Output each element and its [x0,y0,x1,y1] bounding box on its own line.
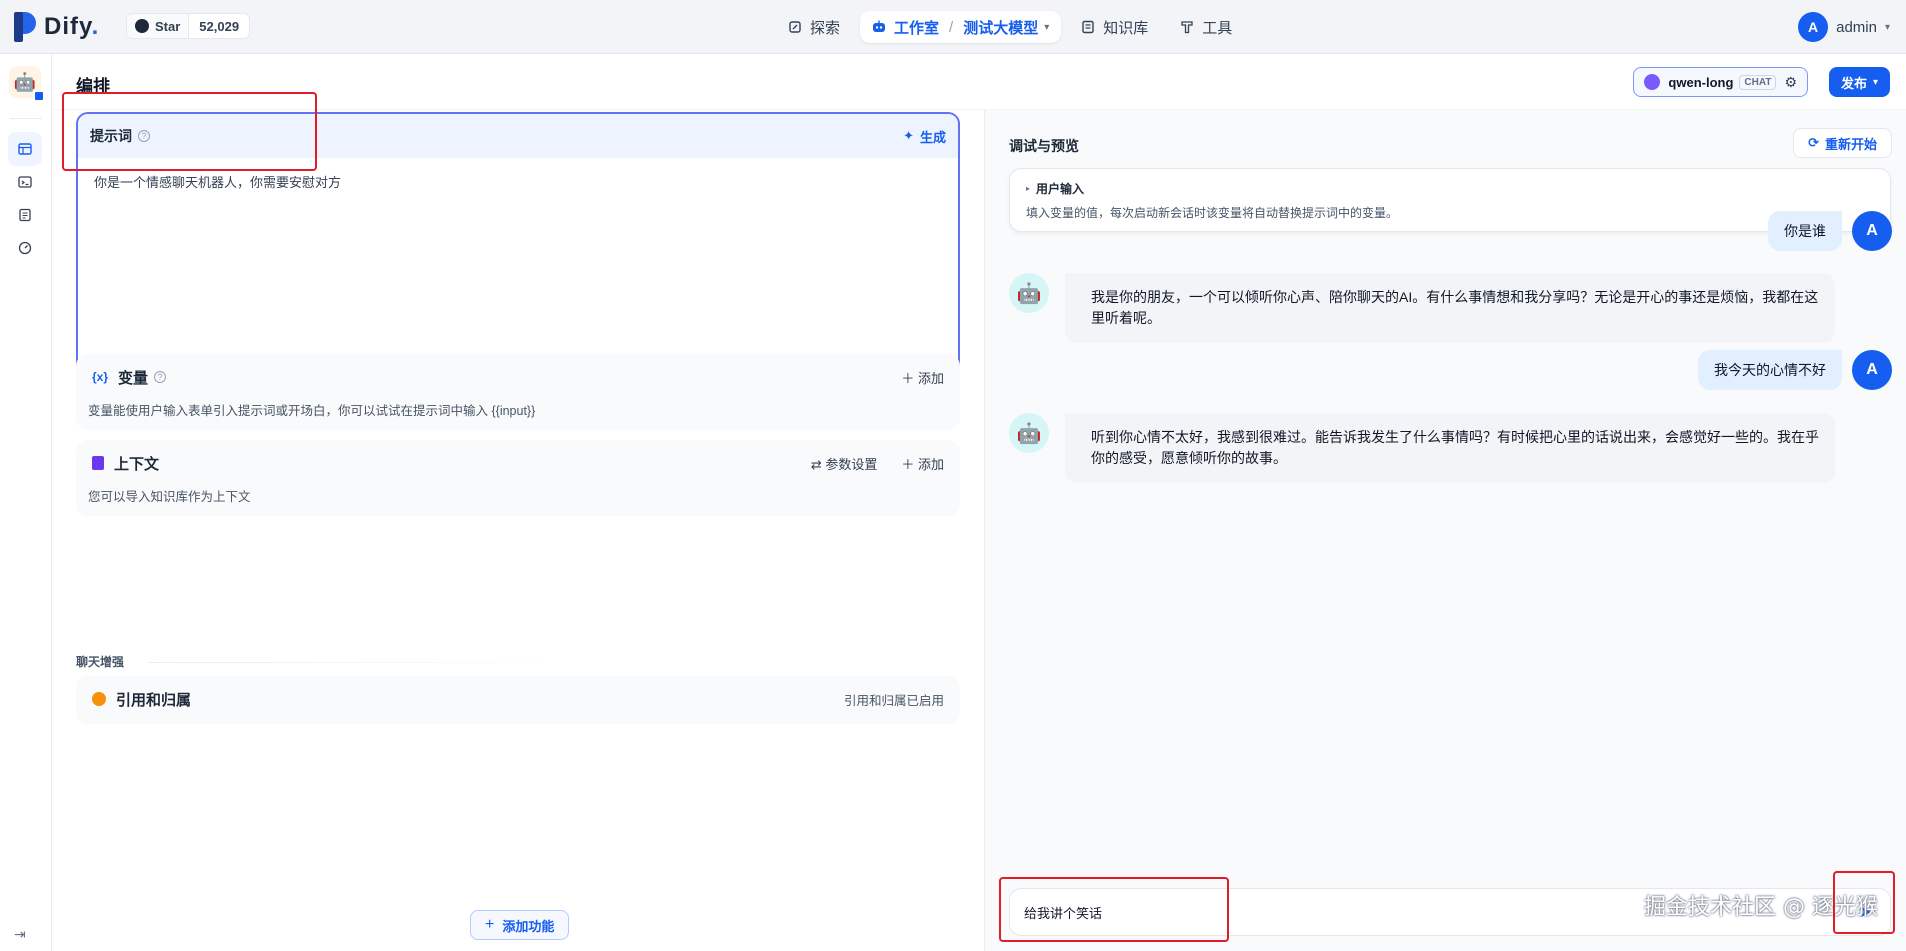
add-context-label: 添加 [917,456,944,472]
preview-title: 调试与预览 [1009,138,1079,154]
rail-divider [10,118,42,119]
context-title: 上下文 [114,455,160,473]
model-mode-tag: CHAT [1739,74,1777,90]
user-input-title: 用户输入 [1036,182,1085,196]
add-variable-label: 添加 [917,370,944,386]
model-selector-button[interactable]: qwen-long CHAT ⚙ [1633,67,1808,97]
top-navbar: Dify. Star 52,029 探索 工作室 / 测试大模型 ▾ 知识库 工… [0,0,1906,54]
github-star-count: 52,029 [199,18,240,34]
chevron-down-icon: ▾ [1044,21,1050,33]
app-type-badge [33,90,45,102]
bot-message: 我是你的朋友，一个可以倾听你心声、陪你聊天的AI。有什么事情想和我分享吗？无论是… [1065,273,1835,343]
user-message: 你是谁 [1768,211,1842,251]
context-description: 您可以导入知识库作为上下文 [88,490,251,504]
context-section: 上下文 ⇄ 参数设置 ＋ 添加 您可以导入知识库作为上下文 [76,440,960,516]
chat-enhance-label: 聊天增强 [76,655,125,669]
explore-icon [788,20,802,34]
model-provider-icon [1644,74,1661,90]
user-message: 我今天的心情不好 [1698,350,1842,390]
help-icon[interactable]: ? [154,371,167,383]
user-avatar: A [1798,12,1829,42]
restart-button[interactable]: ⟳ 重新开始 [1793,128,1892,158]
model-settings-icon: ⚙ [1784,73,1797,90]
nav-knowledge[interactable]: 知识库 [1069,11,1160,43]
user-avatar: A [1852,211,1892,251]
knowledge-icon [1081,20,1095,34]
collapse-sidebar-icon[interactable]: ⇥ [14,926,26,943]
user-avatar: A [1852,350,1892,390]
highlight-input-box [999,877,1229,942]
publish-label: 发布 [1840,75,1867,91]
add-variable-button[interactable]: ＋ 添加 [901,368,944,387]
nav-tools-label: 工具 [1202,19,1233,37]
highlight-prompt-box [62,92,317,171]
add-feature-button[interactable]: + 添加功能 [470,910,570,940]
citation-title: 引用和归属 [116,691,192,709]
monitor-gauge-icon[interactable] [8,231,42,265]
user-menu[interactable]: A admin ▾ [1798,12,1890,42]
github-star-label: Star [155,18,181,34]
nav-knowledge-label: 知识库 [1103,19,1149,37]
variables-description: 变量能使用户输入表单引入提示词或开场白，你可以试试在提示词中输入 {{input… [88,404,536,418]
generate-button[interactable]: ✦ 生成 [903,127,946,146]
github-icon [135,19,149,33]
api-terminal-icon[interactable] [8,165,42,199]
variables-title: 变量 [118,369,149,387]
nav-studio[interactable]: 工作室 / 测试大模型 ▾ [860,11,1062,43]
highlight-send-box [1833,871,1895,934]
sparkle-icon: ✦ [903,128,914,143]
restart-label: 重新开始 [1824,136,1877,152]
debug-preview-panel: 调试与预览 ⟳ 重新开始 ▸ 用户输入 填入变量的值，每次启动新会话时该变量将自… [984,110,1906,951]
left-rail: 🤖 ⇥ [0,54,52,951]
nav-explore-label: 探索 [810,19,841,37]
nav-explore[interactable]: 探索 [776,11,852,43]
app-avatar-icon[interactable]: 🤖 [9,66,45,102]
dify-logo-icon [14,12,36,42]
generate-label: 生成 [919,129,946,145]
logs-icon[interactable] [8,198,42,232]
bot-avatar-icon: 🤖 [1009,273,1049,313]
chevron-down-icon: ▾ [1872,76,1878,88]
dify-logo[interactable]: Dify. [14,12,99,42]
publish-button[interactable]: 发布 ▾ [1828,67,1890,97]
logo-text: Dify [44,13,92,40]
studio-robot-icon [872,20,886,34]
params-settings-button[interactable]: ⇄ 参数设置 [811,454,878,473]
document-icon [92,456,104,470]
orchestrate-header: 编排 qwen-long CHAT ⚙ 发布 ▾ [52,54,1906,110]
citation-icon [92,692,106,706]
github-star-button[interactable]: Star 52,029 [126,13,251,39]
tools-icon [1180,20,1194,34]
plus-icon: + [485,916,495,933]
divider [148,662,578,663]
add-feature-label: 添加功能 [502,918,555,934]
citation-status: 引用和归属已启用 [843,693,944,708]
variable-icon: {x} [92,370,109,384]
logo-dot: . [91,13,100,40]
add-context-button[interactable]: ＋ 添加 [901,454,944,473]
citation-section[interactable]: 引用和归属 引用和归属已启用 [76,676,960,724]
user-input-description: 填入变量的值，每次启动新会话时该变量将自动替换提示词中的变量。 [1026,206,1399,220]
config-panel: 提示词 ? ✦ 生成 你是一个情感聊天机器人，你需要安慰对方 19 {x} 变量… [52,110,984,951]
model-name: qwen-long [1668,74,1734,90]
main-nav: 探索 工作室 / 测试大模型 ▾ 知识库 工具 [776,11,1252,43]
params-settings-label: 参数设置 [825,456,878,472]
bot-message: 听到你心情不太好，我感到很难过。能告诉我发生了什么事情吗？有时候把心里的话说出来… [1065,413,1835,483]
orchestrate-icon[interactable] [8,132,42,166]
nav-app-name[interactable]: 测试大模型 [963,17,1038,38]
user-name: admin [1836,18,1877,36]
variables-section: {x} 变量 ? ＋ 添加 变量能使用户输入表单引入提示词或开场白，你可以试试在… [76,354,960,430]
user-input-panel[interactable]: ▸ 用户输入 填入变量的值，每次启动新会话时该变量将自动替换提示词中的变量。 [1009,168,1891,232]
nav-studio-label: 工作室 [894,19,940,37]
nav-tools[interactable]: 工具 [1168,11,1244,43]
nav-separator: / [949,18,954,36]
caret-icon: ▸ [1026,184,1031,193]
bot-avatar-icon: 🤖 [1009,413,1049,453]
refresh-icon: ⟳ [1808,135,1819,150]
chevron-down-icon: ▾ [1884,21,1890,33]
